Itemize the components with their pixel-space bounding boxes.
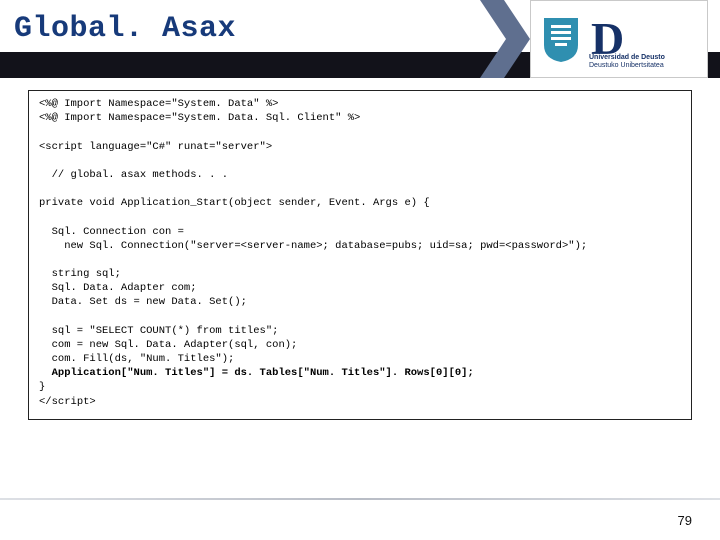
code-line: com = new Sql. Data. Adapter(sql, con); [39, 339, 297, 351]
code-line: ipt> [71, 396, 96, 408]
code-line: <%@ Import Namespace="System. Data" %> [39, 98, 278, 110]
code-line: // global. asax methods. . . [39, 169, 228, 181]
chevron-icon [480, 0, 530, 78]
code-line: Data. Set ds = new Data. Set(); [39, 296, 247, 308]
header: Global. Asax D Universidad de Deusto De [0, 0, 720, 78]
page-number: 79 [678, 513, 692, 528]
code-line: </scr [39, 396, 71, 408]
code-line: <%@ Import Namespace="System. Data. Sql.… [39, 112, 360, 124]
code-line: } [39, 381, 45, 393]
code-line: sql = "SELECT COUNT(*) from titles"; [39, 325, 278, 337]
logo-chevron [480, 0, 530, 78]
slide: Global. Asax D Universidad de Deusto De [0, 0, 720, 540]
code-line-bold: Application["Num. Titles"] = ds. Tables[… [39, 367, 474, 379]
shield-icon [541, 15, 581, 63]
code-line: string sql; [39, 268, 121, 280]
university-name: Universidad de Deusto Deustuko Unibertsi… [589, 54, 665, 72]
code-line: com. Fill(ds, "Num. Titles"); [39, 353, 234, 365]
uni-line2: Deustuko Unibertsitatea [589, 62, 665, 71]
code-line: Sql. Data. Adapter com; [39, 282, 197, 294]
uni-line1: Universidad de Deusto [589, 54, 665, 63]
page-title: Global. Asax [14, 12, 236, 46]
footer-divider [0, 498, 720, 500]
code-line: new Sql. Connection("server=<server-name… [39, 240, 587, 252]
code-line: private void Application_Start(object se… [39, 197, 430, 209]
code-line: Sql. Connection con = [39, 226, 184, 238]
university-logo: D Universidad de Deusto Deustuko Unibert… [530, 0, 708, 78]
code-block: <%@ Import Namespace="System. Data" %> <… [28, 90, 692, 420]
code-line: <script language="C#" runat="server"> [39, 141, 272, 153]
